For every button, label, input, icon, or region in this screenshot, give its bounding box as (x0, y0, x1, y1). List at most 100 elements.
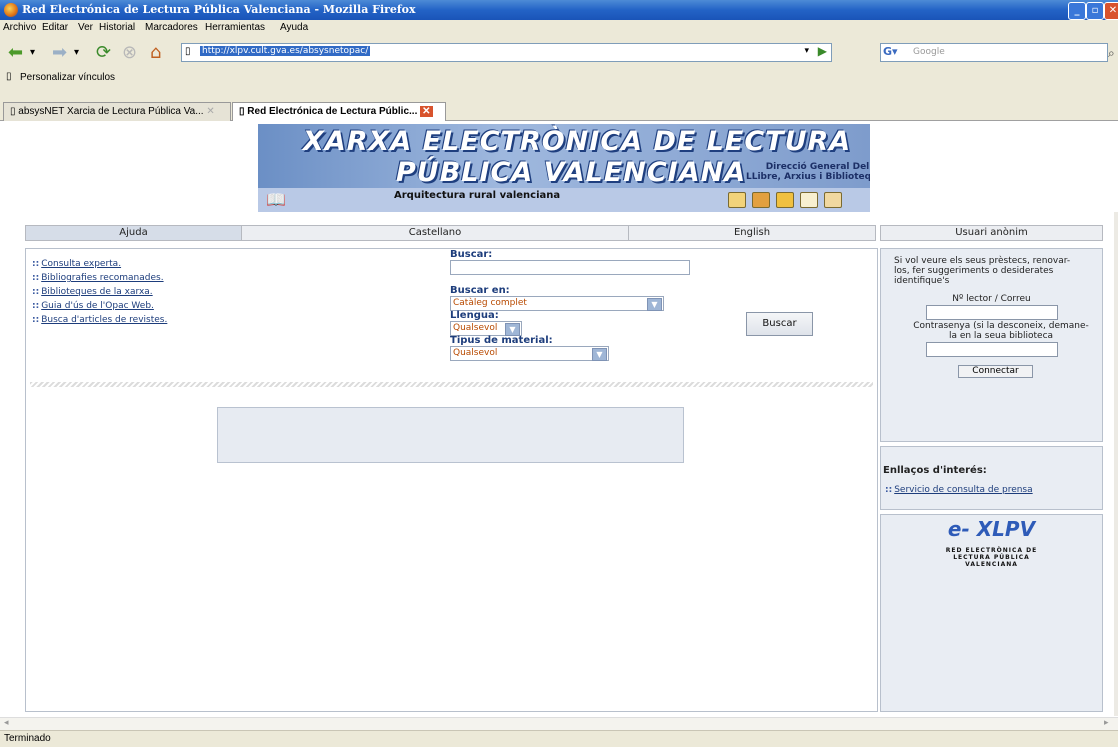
info-box (217, 407, 684, 463)
tab-page-icon: ▯ (239, 106, 245, 117)
link-guia-opac[interactable]: :: Guia d'ús de l'Opac Web. (32, 301, 154, 311)
login-intro: Si vol veure els seus prèstecs, renovar-… (894, 256, 1071, 286)
menu-marcadores[interactable]: Marcadores (145, 22, 198, 33)
vertical-scrollbar[interactable] (1114, 212, 1118, 716)
menu-herramientas[interactable]: Herramientas (205, 22, 265, 33)
tab-bar: ▯ absysNET Xarcia de Lectura Pública Va.… (0, 88, 1118, 121)
status-bar: Terminado (0, 730, 1118, 747)
llengua-select[interactable]: Qualsevol ▼ (450, 321, 522, 336)
buscar-en-label: Buscar en: (450, 285, 510, 296)
login-panel: Si vol veure els seus prèstecs, renovar-… (880, 248, 1103, 442)
scroll-right-icon[interactable]: ▸ (1104, 718, 1109, 728)
back-icon[interactable]: ⬅ (8, 43, 23, 63)
link-consulta-prensa[interactable]: :: Servicio de consulta de prensa (885, 485, 1033, 495)
menu-archivo[interactable]: Archivo (3, 22, 36, 33)
password-input[interactable] (926, 342, 1058, 357)
reload-icon[interactable]: ⟳ (96, 43, 111, 63)
divider (30, 382, 873, 387)
bookmark-page-icon: ▯ (6, 71, 12, 82)
tab-english[interactable]: English (628, 225, 876, 241)
link-bibliografies[interactable]: :: Bibliografies recomanades. (32, 273, 164, 283)
page-icon: ▯ (185, 46, 191, 57)
link-text: Bibliografies recomanades. (41, 273, 164, 283)
buscar-en-select[interactable]: Catàleg complet ▼ (450, 296, 664, 311)
lector-input[interactable] (926, 305, 1058, 320)
home-icon[interactable] (728, 192, 746, 208)
bullet-icon: :: (32, 287, 40, 297)
search-bar[interactable]: G▾ Google (880, 43, 1108, 62)
forward-icon[interactable]: ➡ (52, 43, 67, 63)
tipus-select[interactable]: Qualsevol ▼ (450, 346, 609, 361)
banner-direccio: Direcció General Del LLibre, Arxius i Bi… (746, 162, 870, 182)
buscar-en-value: Catàleg complet (453, 298, 527, 308)
menu-historial[interactable]: Historial (99, 22, 135, 33)
close-button[interactable]: ✕ (1104, 2, 1118, 20)
back-dropdown-icon[interactable]: ▾ (30, 43, 35, 63)
search-icon[interactable]: ⌕ (1108, 43, 1115, 63)
bullet-icon: :: (32, 315, 40, 325)
logo-line1: RED ELECTRÒNICA DE (945, 547, 1038, 554)
tab-absysnet[interactable]: ▯ absysNET Xarcia de Lectura Pública Va.… (3, 102, 231, 121)
mail-icon[interactable] (800, 192, 818, 208)
link-text: Busca d'articles de revistes. (41, 315, 168, 325)
bullet-icon: :: (32, 259, 40, 269)
search-input[interactable] (450, 260, 690, 275)
stop-icon[interactable]: ⊗ (122, 43, 137, 63)
tab-label: absysNET Xarcia de Lectura Pública Va... (18, 106, 204, 117)
maximize-button[interactable]: ▫ (1086, 2, 1104, 20)
scroll-left-icon[interactable]: ◂ (4, 718, 9, 728)
window-title: Red Electrónica de Lectura Pública Valen… (22, 3, 416, 16)
tab-close-icon[interactable]: ✕ (206, 106, 214, 117)
bookmarks-toolbar: ▯ Personalizar vínculos (0, 68, 1118, 89)
forward-dropdown-icon[interactable]: ▾ (74, 43, 79, 63)
logo-panel: e- XLPV RED ELECTRÒNICA DE LECTURA PÚBLI… (880, 514, 1103, 712)
llengua-value: Qualsevol (453, 323, 498, 333)
tab-label: Red Electrónica de Lectura Públic... (247, 106, 418, 117)
banner-title-line2: PÚBLICA VALENCIANA (396, 157, 747, 188)
bullet-icon: :: (885, 485, 893, 495)
book-icon: 📖 (266, 190, 286, 209)
lector-label: Nº lector / Correu (952, 294, 1031, 304)
menu-ver[interactable]: Ver (78, 22, 93, 33)
tab-page-icon: ▯ (10, 106, 16, 117)
xlpv-logo: e- XLPV (947, 517, 1036, 541)
link-biblioteques[interactable]: :: Biblioteques de la xarxa. (32, 287, 153, 297)
tab-red-electronica[interactable]: ▯ Red Electrónica de Lectura Públic... ✕ (232, 102, 446, 121)
menu-editar[interactable]: Editar (42, 22, 68, 33)
menu-bar: Archivo Editar Ver Historial Marcadores … (0, 20, 1118, 38)
google-icon[interactable]: G▾ (883, 45, 898, 58)
banner-title-line1: XARXA ELECTRÒNICA DE LECTURA (303, 126, 852, 157)
url-bar[interactable]: ▯ http://xlpv.cult.gva.es/absysnetopac/ … (181, 43, 832, 62)
tipus-value: Qualsevol (453, 348, 498, 358)
search-placeholder: Google (913, 47, 945, 57)
tab-close-icon[interactable]: ✕ (420, 106, 433, 117)
home-icon[interactable]: ⌂ (150, 43, 161, 63)
link-consulta-experta[interactable]: :: Consulta experta. (32, 259, 121, 269)
url-dropdown-icon[interactable]: ▾ (804, 46, 809, 56)
sitemap-icon[interactable] (824, 192, 842, 208)
banner-caption: Arquitectura rural valenciana (394, 190, 561, 201)
bullet-icon: :: (32, 301, 40, 311)
minimize-button[interactable]: _ (1068, 2, 1086, 20)
link-text: Biblioteques de la xarxa. (41, 287, 153, 297)
link-busca-articles[interactable]: :: Busca d'articles de revistes. (32, 315, 167, 325)
menu-ayuda[interactable]: Ayuda (280, 22, 308, 33)
site-banner: XARXA ELECTRÒNICA DE LECTURA PÚBLICA VAL… (258, 124, 870, 212)
help-icon[interactable] (752, 192, 770, 208)
password-label: Contrasenya (si la desconeix, demane-la … (913, 321, 1089, 341)
logo-subtitle: RED ELECTRÒNICA DE LECTURA PÚBLICA VALEN… (881, 547, 1102, 568)
go-icon[interactable]: ▶ (818, 44, 827, 58)
bookmark-personalizar[interactable]: Personalizar vínculos (20, 72, 115, 83)
url-text: http://xlpv.cult.gva.es/absysnetopac/ (200, 46, 371, 56)
buscar-button[interactable]: Buscar (746, 312, 813, 336)
banner-dg-line2: LLibre, Arxius i Biblioteques (746, 172, 870, 182)
lock-icon[interactable] (776, 192, 794, 208)
main-panel: :: Consulta experta. :: Bibliografies reco… (25, 248, 878, 712)
tab-ajuda[interactable]: Ajuda (25, 225, 242, 241)
tab-castellano[interactable]: Castellano (241, 225, 629, 241)
status-text: Terminado (4, 733, 51, 744)
connect-button[interactable]: Connectar (958, 365, 1033, 378)
horizontal-scrollbar[interactable]: ◂ ▸ (0, 717, 1118, 730)
chevron-down-icon: ▼ (592, 348, 607, 361)
link-text: Consulta experta. (41, 259, 122, 269)
